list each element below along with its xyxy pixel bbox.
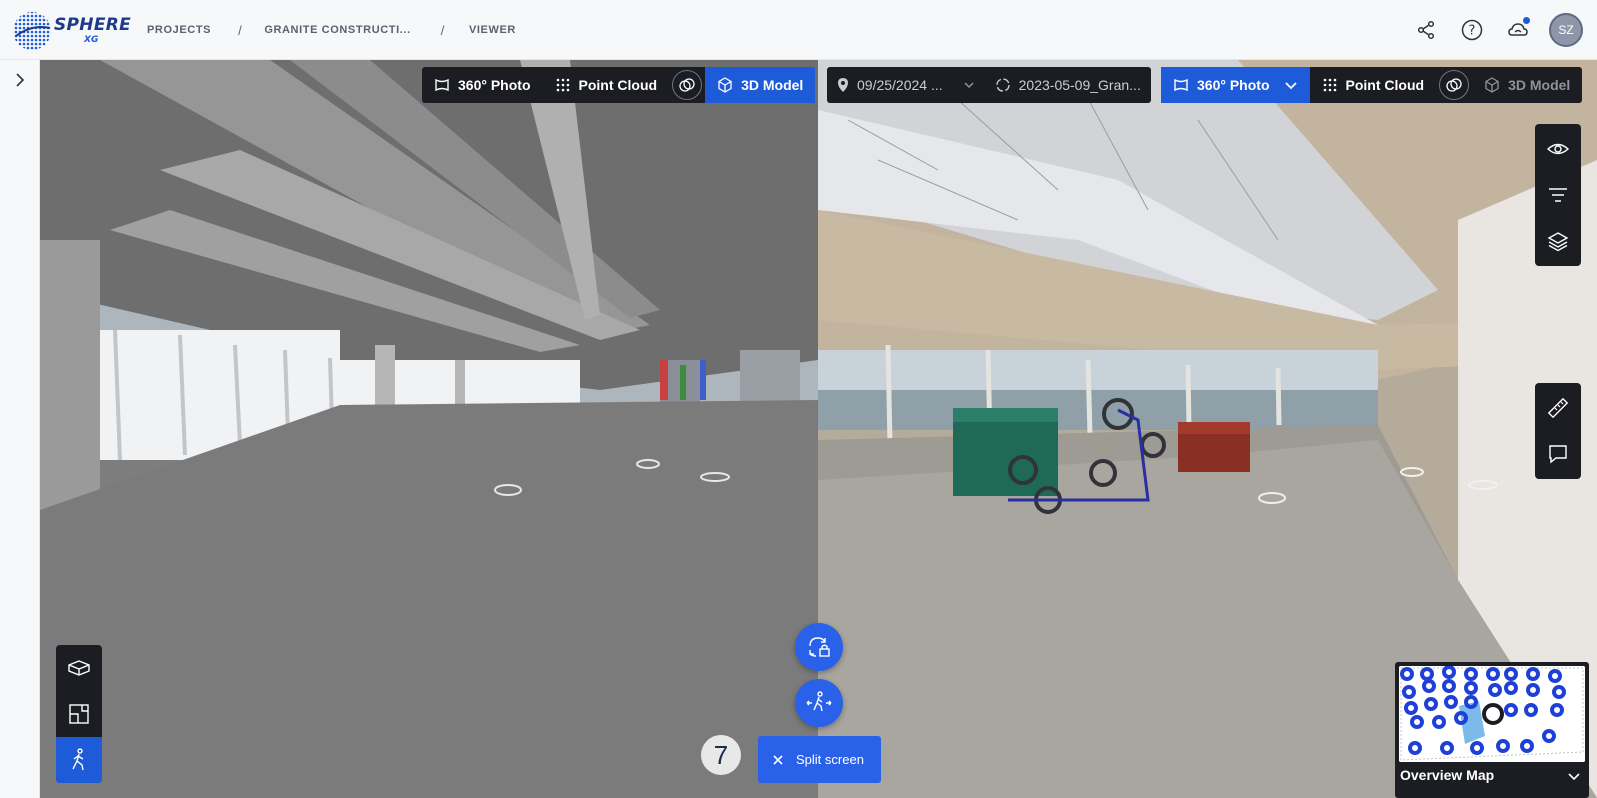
measure-button[interactable] xyxy=(1535,385,1581,431)
notifications-button[interactable] xyxy=(1495,7,1541,53)
cube-icon xyxy=(718,77,732,93)
sync-lock-button[interactable] xyxy=(795,623,843,671)
right-mode-toolbar: 360° Photo Point Cloud 3D Model xyxy=(1161,67,1583,103)
point-cloud-icon xyxy=(1323,78,1336,92)
expand-sidebar-button[interactable] xyxy=(10,70,30,90)
panorama-icon xyxy=(1174,78,1188,92)
3d-box-icon xyxy=(68,660,90,676)
right-360-photo-button[interactable]: 360° Photo xyxy=(1161,67,1310,103)
sphere-logo[interactable]: SPHERE XG xyxy=(10,6,132,54)
walk-sync-icon xyxy=(806,691,832,712)
avatar[interactable]: SZ xyxy=(1549,13,1583,47)
top-bar: SPHERE XG PROJECTS / GRANITE CONSTRUCTI.… xyxy=(0,0,1597,60)
logo-globe-icon xyxy=(13,12,51,50)
top-actions: ? SZ xyxy=(1403,0,1583,60)
right-overlay-toggle[interactable] xyxy=(1436,67,1472,103)
floorplan-view-button[interactable] xyxy=(56,691,102,737)
3d-view-button[interactable] xyxy=(56,645,102,691)
date-value: 09/25/2024 ... xyxy=(857,77,943,93)
right-point-cloud-button[interactable]: Point Cloud xyxy=(1310,67,1437,103)
right-3d-model-button[interactable]: 3D Model xyxy=(1472,67,1582,103)
date-select[interactable]: 09/25/2024 ... xyxy=(827,67,985,103)
chevron-down-icon xyxy=(1284,82,1297,90)
model-viewport[interactable]: 360° Photo Point Cloud 3D Model xyxy=(40,60,818,798)
breadcrumb-projects[interactable]: PROJECTS xyxy=(147,24,211,36)
overview-map-drawing xyxy=(1399,666,1585,762)
close-icon xyxy=(773,754,783,765)
logo-wordmark: SPHERE xyxy=(54,15,132,35)
filter-icon xyxy=(1549,188,1567,202)
filter-button[interactable] xyxy=(1535,172,1581,218)
share-button[interactable] xyxy=(1403,7,1449,53)
left-360-photo-label: 360° Photo xyxy=(458,77,531,93)
left-360-photo-button[interactable]: 360° Photo xyxy=(422,67,543,103)
step-badge: 7 xyxy=(701,735,741,775)
cube-icon xyxy=(1485,77,1499,93)
comment-button[interactable] xyxy=(1535,431,1581,477)
model-scene xyxy=(40,60,818,798)
breadcrumb-viewer[interactable]: VIEWER xyxy=(469,24,516,36)
visibility-icon xyxy=(1546,143,1570,155)
left-point-cloud-button[interactable]: Point Cloud xyxy=(543,67,670,103)
visibility-button[interactable] xyxy=(1535,126,1581,172)
share-icon xyxy=(1417,20,1435,40)
overview-map[interactable] xyxy=(1399,666,1585,762)
left-3d-model-label: 3D Model xyxy=(741,77,804,93)
right-point-cloud-label: Point Cloud xyxy=(1345,77,1425,93)
layers-button[interactable] xyxy=(1535,218,1581,264)
scan-value: 2023-05-09_Gran... xyxy=(1018,77,1141,93)
scan-select[interactable]: 2023-05-09_Gran... xyxy=(985,67,1151,103)
left-3d-model-button[interactable]: 3D Model xyxy=(705,67,816,103)
sync-lock-icon xyxy=(809,637,830,657)
left-view-mode-panel xyxy=(56,645,102,783)
breadcrumb: PROJECTS / GRANITE CONSTRUCTI... / VIEWE… xyxy=(147,0,516,60)
location-pin-icon xyxy=(838,78,848,92)
chevron-down-icon xyxy=(964,82,974,89)
chevron-right-icon xyxy=(16,73,25,87)
walk-sync-button[interactable] xyxy=(795,679,843,727)
notification-dot xyxy=(1523,17,1530,24)
left-rail xyxy=(0,60,40,798)
walk-view-button[interactable] xyxy=(56,737,102,783)
left-mode-toolbar: 360° Photo Point Cloud 3D Model xyxy=(422,67,816,103)
right-360-photo-label: 360° Photo xyxy=(1197,77,1270,93)
chevron-down-icon[interactable] xyxy=(1567,770,1581,784)
left-point-cloud-label: Point Cloud xyxy=(578,77,658,93)
overview-map-label: Overview Map xyxy=(1400,767,1495,783)
point-cloud-icon xyxy=(556,78,569,92)
walk-icon xyxy=(72,748,84,771)
layers-icon xyxy=(1547,232,1569,252)
overlay-icon xyxy=(1446,78,1462,92)
right-3d-model-label: 3D Model xyxy=(1508,77,1571,93)
help-button[interactable]: ? xyxy=(1449,7,1495,53)
overview-map-panel: Overview Map xyxy=(1395,662,1589,798)
scan-icon xyxy=(995,78,1010,92)
right-view-tools-panel xyxy=(1535,124,1581,266)
comment-icon xyxy=(1549,445,1567,464)
split-screen-label: Split screen xyxy=(796,752,864,767)
floorplan-icon xyxy=(69,704,89,724)
measure-icon xyxy=(1547,397,1569,419)
left-overlay-toggle[interactable] xyxy=(669,67,705,103)
breadcrumb-separator: / xyxy=(440,22,445,38)
breadcrumb-separator: / xyxy=(238,22,243,38)
breadcrumb-project[interactable]: GRANITE CONSTRUCTI... xyxy=(264,24,410,36)
svg-text:?: ? xyxy=(1469,24,1476,39)
panorama-icon xyxy=(435,78,449,92)
right-annotation-panel xyxy=(1535,383,1581,479)
logo-sub: XG xyxy=(84,35,99,45)
split-screen-button[interactable]: Split screen xyxy=(758,736,881,783)
help-icon: ? xyxy=(1461,19,1483,41)
overlay-icon xyxy=(679,78,695,92)
right-scan-toolbar: 09/25/2024 ... 2023-05-09_Gran... xyxy=(827,67,1151,103)
photo-viewport[interactable]: 09/25/2024 ... 2023-05-09_Gran... 360° P… xyxy=(818,60,1597,798)
